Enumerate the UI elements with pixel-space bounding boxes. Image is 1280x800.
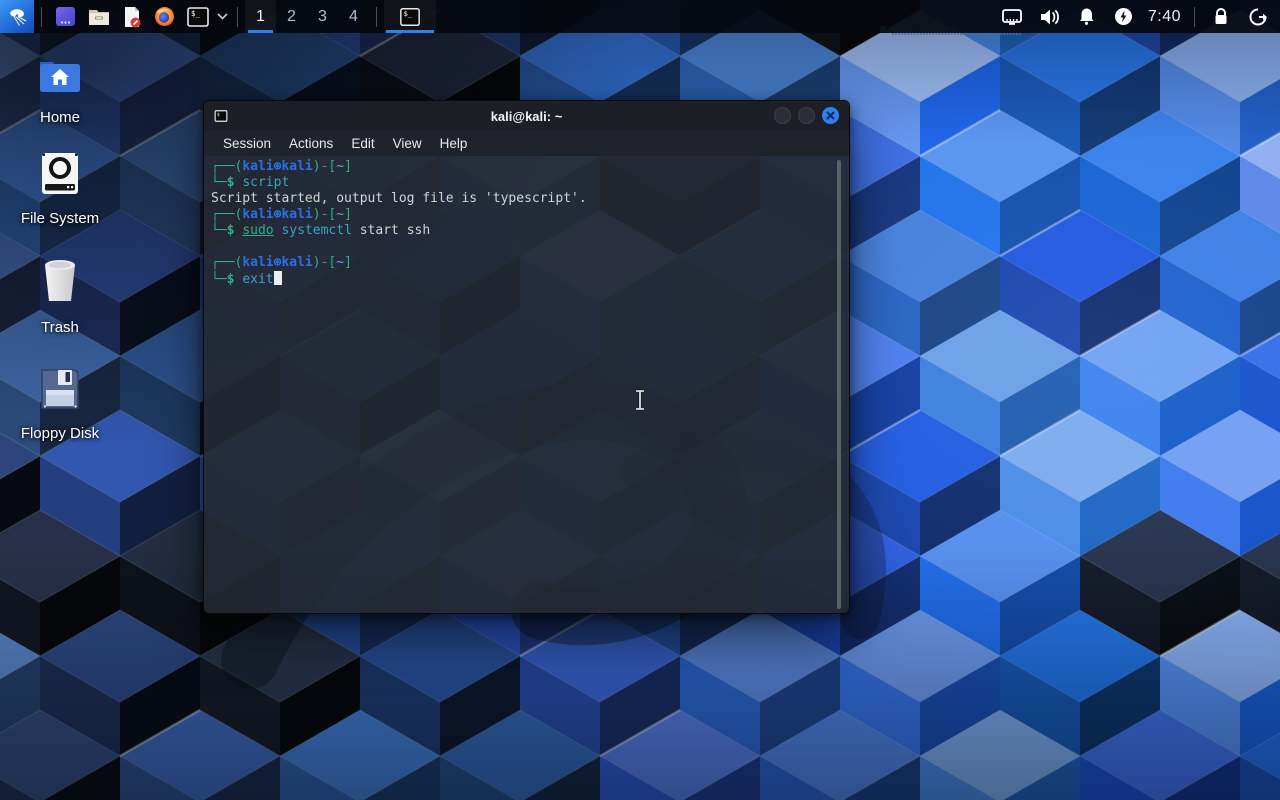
power-lightning-icon [1114, 8, 1132, 25]
desktop-icon-label: Floppy Disk [20, 425, 100, 442]
terminal-line: ┌──(kali⊛kali)-[~] [211, 255, 352, 270]
window-menubar: Session Actions Edit View Help [204, 131, 849, 156]
menu-edit[interactable]: Edit [342, 134, 383, 153]
kali-logo-icon [10, 8, 27, 26]
panel-separator [1194, 6, 1195, 27]
tray-volume-button[interactable] [1031, 0, 1068, 33]
terminal-line: Script started, output log file is 'type… [211, 191, 587, 206]
workspace-4[interactable]: 4 [338, 0, 369, 33]
clock[interactable]: 7:40 [1142, 0, 1187, 33]
tray-network-button[interactable] [994, 0, 1031, 33]
notifications-bell-icon [1079, 8, 1094, 25]
terminal-line: └─$ script [211, 175, 290, 190]
menu-actions[interactable]: Actions [280, 134, 342, 153]
desktop-icon-label: Home [39, 109, 80, 126]
tray-power-button[interactable] [1105, 0, 1142, 33]
taskbar-terminal-window-button[interactable]: $_ [384, 0, 436, 33]
desktop-icon-floppy-disk[interactable]: Floppy Disk [12, 368, 108, 442]
terminal-dropdown-chevron[interactable] [214, 0, 230, 33]
maximize-button[interactable] [798, 107, 815, 124]
network-icon [1002, 8, 1023, 25]
kali-menu-button[interactable] [0, 0, 34, 33]
top-panel: $_ 1 2 3 4 $_ 7:40 [0, 0, 1280, 33]
terminal-line: └─$ sudo systemctl start ssh [211, 223, 431, 238]
desktop-icon-label: File System [20, 210, 100, 227]
launcher-text-editor[interactable] [115, 0, 148, 33]
desktop-icon-label: Trash [41, 319, 79, 336]
tray-logout-button[interactable] [1239, 0, 1276, 33]
launcher-terminal[interactable]: $_ [181, 0, 214, 33]
text-editor-icon [124, 6, 140, 27]
workspace-3[interactable]: 3 [307, 0, 338, 33]
floppy-disk-icon [41, 369, 79, 409]
close-icon [826, 111, 835, 120]
panel-separator [237, 6, 238, 27]
desktop-icon-file-system[interactable]: File System [12, 152, 108, 227]
terminal-line: ┌──(kali⊛kali)-[~] [211, 159, 352, 174]
lock-icon [1215, 8, 1226, 24]
logout-icon [1249, 8, 1267, 25]
home-folder-icon [40, 62, 80, 92]
terminal-line: ┌──(kali⊛kali)-[~] [211, 207, 352, 222]
panel-separator [41, 6, 42, 27]
workspace-1[interactable]: 1 [245, 0, 276, 33]
file-manager-icon [88, 9, 109, 25]
panel-separator [376, 6, 377, 27]
hard-drive-icon [42, 153, 78, 194]
firefox-icon [155, 7, 174, 26]
desktop-icon-home[interactable]: Home [12, 58, 108, 126]
tray-notifications-button[interactable] [1068, 0, 1105, 33]
desktop-icon-trash[interactable]: Trash [12, 258, 108, 336]
tray-lock-button[interactable] [1202, 0, 1239, 33]
terminal-line: └─$ exit [211, 271, 827, 288]
files-app-icon [56, 7, 75, 26]
terminal-content[interactable]: ┌──(kali⊛kali)-[~] └─$ script Script start… [204, 156, 849, 613]
trash-bin-icon [45, 260, 75, 301]
terminal-icon: $_ [186, 6, 209, 27]
terminal-text-cursor [273, 271, 282, 285]
launcher-firefox[interactable] [148, 0, 181, 33]
launcher-file-manager[interactable] [82, 0, 115, 33]
menu-help[interactable]: Help [431, 134, 477, 153]
chevron-down-icon [216, 13, 228, 20]
minimize-button[interactable] [774, 107, 791, 124]
svg-text:$_: $_ [191, 9, 201, 18]
terminal-icon: $_ [400, 7, 420, 26]
menu-view[interactable]: View [384, 134, 431, 153]
terminal-glyph-icon: $ [214, 110, 228, 122]
launcher-files-app[interactable] [49, 0, 82, 33]
window-title: kali@kali: ~ [490, 108, 563, 124]
terminal-scrollbar[interactable] [837, 160, 841, 609]
window-titlebar[interactable]: $ kali@kali: ~ [204, 101, 849, 131]
volume-icon [1040, 9, 1059, 24]
svg-text:$: $ [217, 112, 220, 118]
svg-text:$_: $_ [404, 10, 413, 18]
workspace-2[interactable]: 2 [276, 0, 307, 33]
menu-session[interactable]: Session [214, 134, 280, 153]
terminal-window: $ kali@kali: ~ Session Actions Edit View… [203, 100, 850, 614]
close-button[interactable] [822, 107, 839, 124]
